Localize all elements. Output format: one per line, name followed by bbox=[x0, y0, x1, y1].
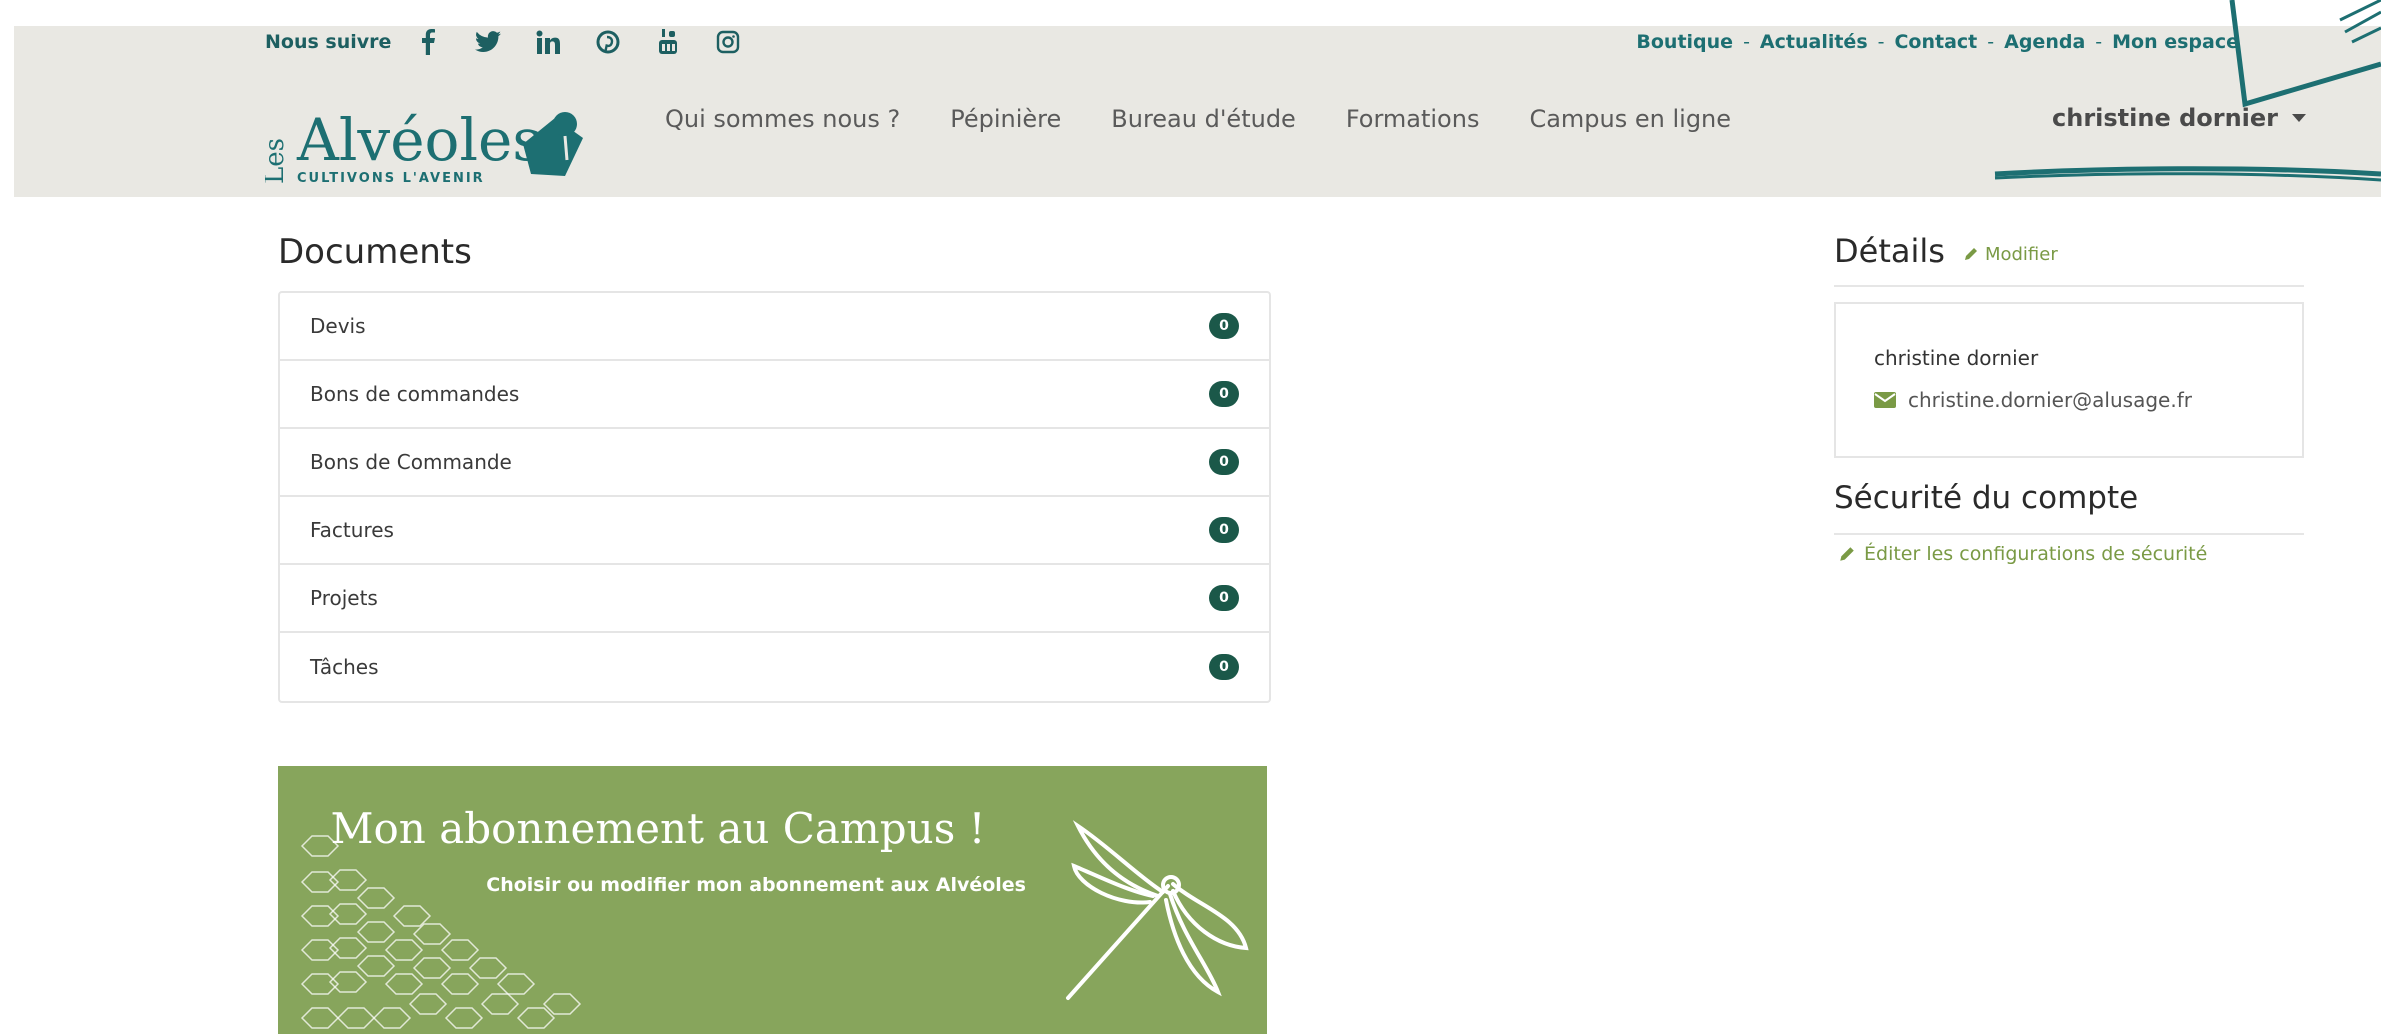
logo-tagline-text: CULTIVONS L'AVENIR bbox=[297, 171, 485, 186]
social-links bbox=[411, 25, 745, 59]
document-label: Bons de commandes bbox=[310, 382, 520, 406]
nav-bureau-etude[interactable]: Bureau d'étude bbox=[1111, 105, 1296, 133]
pencil-icon bbox=[1840, 547, 1854, 561]
details-title: Détails bbox=[1834, 232, 1945, 270]
separator: - bbox=[1987, 31, 1995, 53]
document-label: Projets bbox=[310, 586, 378, 610]
site-logo[interactable]: Les Alvéoles CULTIVONS L'AVENIR bbox=[260, 80, 595, 190]
documents-title: Documents bbox=[278, 232, 472, 272]
modify-link[interactable]: Modifier bbox=[1963, 244, 2058, 265]
top-link-agenda[interactable]: Agenda bbox=[2004, 31, 2085, 53]
dragonfly-icon bbox=[1066, 820, 1249, 1000]
details-header: Détails Modifier bbox=[1834, 232, 2058, 270]
document-row-factures[interactable]: Factures 0 bbox=[280, 497, 1269, 565]
edit-security-link[interactable]: Éditer les configurations de sécurité bbox=[1838, 543, 2207, 565]
nav-formations[interactable]: Formations bbox=[1346, 105, 1480, 133]
chevron-down-icon bbox=[2292, 114, 2307, 122]
document-row-bons-de-commande[interactable]: Bons de Commande 0 bbox=[280, 429, 1269, 497]
separator: - bbox=[1877, 31, 1885, 53]
linkedin-icon[interactable] bbox=[531, 25, 565, 59]
divider bbox=[1834, 533, 2304, 535]
details-email-row: christine.dornier@alusage.fr bbox=[1874, 388, 2192, 412]
details-email: christine.dornier@alusage.fr bbox=[1908, 388, 2192, 412]
document-label: Tâches bbox=[310, 655, 379, 679]
top-bar: Nous suivre Boutique - Actualités - Cont… bbox=[265, 20, 2305, 64]
nav-pepiniere[interactable]: Pépinière bbox=[950, 105, 1061, 133]
count-badge: 0 bbox=[1209, 313, 1239, 339]
top-link-actualites[interactable]: Actualités bbox=[1760, 31, 1868, 53]
document-label: Devis bbox=[310, 314, 366, 338]
nav-qui-sommes-nous[interactable]: Qui sommes nous ? bbox=[665, 105, 900, 133]
pinterest-icon[interactable] bbox=[591, 25, 625, 59]
count-badge: 0 bbox=[1209, 517, 1239, 543]
edit-security-label: Éditer les configurations de sécurité bbox=[1864, 543, 2208, 565]
nav-campus-en-ligne[interactable]: Campus en ligne bbox=[1529, 105, 1731, 133]
documents-list: Devis 0 Bons de commandes 0 Bons de Comm… bbox=[278, 291, 1271, 703]
pencil-icon bbox=[1964, 248, 1977, 260]
separator: - bbox=[2095, 31, 2103, 53]
document-row-devis[interactable]: Devis 0 bbox=[280, 293, 1269, 361]
count-badge: 0 bbox=[1209, 449, 1239, 475]
envelope-icon bbox=[1874, 392, 1896, 408]
details-card: christine dornier christine.dornier@alus… bbox=[1834, 302, 2304, 458]
separator: - bbox=[1743, 31, 1750, 53]
top-links: Boutique - Actualités - Contact - Agenda… bbox=[1636, 20, 2239, 64]
top-link-contact[interactable]: Contact bbox=[1894, 31, 1977, 53]
logo-les-text: Les bbox=[265, 138, 290, 184]
main-nav: Qui sommes nous ? Pépinière Bureau d'étu… bbox=[665, 105, 1731, 133]
document-label: Bons de Commande bbox=[310, 450, 512, 474]
document-row-taches[interactable]: Tâches 0 bbox=[280, 633, 1269, 701]
count-badge: 0 bbox=[1209, 654, 1239, 680]
follow-label: Nous suivre bbox=[265, 31, 392, 53]
logo-name-text: Alvéoles bbox=[296, 106, 542, 174]
top-link-mon-espace[interactable]: Mon espace bbox=[2112, 31, 2239, 53]
facebook-icon[interactable] bbox=[411, 25, 445, 59]
security-title: Sécurité du compte bbox=[1834, 480, 2139, 516]
document-label: Factures bbox=[310, 518, 394, 542]
count-badge: 0 bbox=[1209, 381, 1239, 407]
instagram-icon[interactable] bbox=[711, 25, 745, 59]
count-badge: 0 bbox=[1209, 585, 1239, 611]
twitter-icon[interactable] bbox=[471, 25, 505, 59]
modify-label: Modifier bbox=[1984, 243, 2058, 265]
top-link-boutique[interactable]: Boutique bbox=[1636, 31, 1733, 53]
document-row-projets[interactable]: Projets 0 bbox=[280, 565, 1269, 633]
user-menu[interactable]: christine dornier bbox=[2052, 104, 2307, 132]
youtube-icon[interactable] bbox=[651, 25, 685, 59]
details-name: christine dornier bbox=[1874, 346, 2039, 370]
document-row-bons-de-commandes[interactable]: Bons de commandes 0 bbox=[280, 361, 1269, 429]
campus-subscription-banner[interactable]: Mon abonnement au Campus ! Choisir ou mo… bbox=[278, 766, 1267, 1034]
user-name: christine dornier bbox=[2052, 104, 2279, 132]
divider bbox=[1834, 285, 2304, 287]
